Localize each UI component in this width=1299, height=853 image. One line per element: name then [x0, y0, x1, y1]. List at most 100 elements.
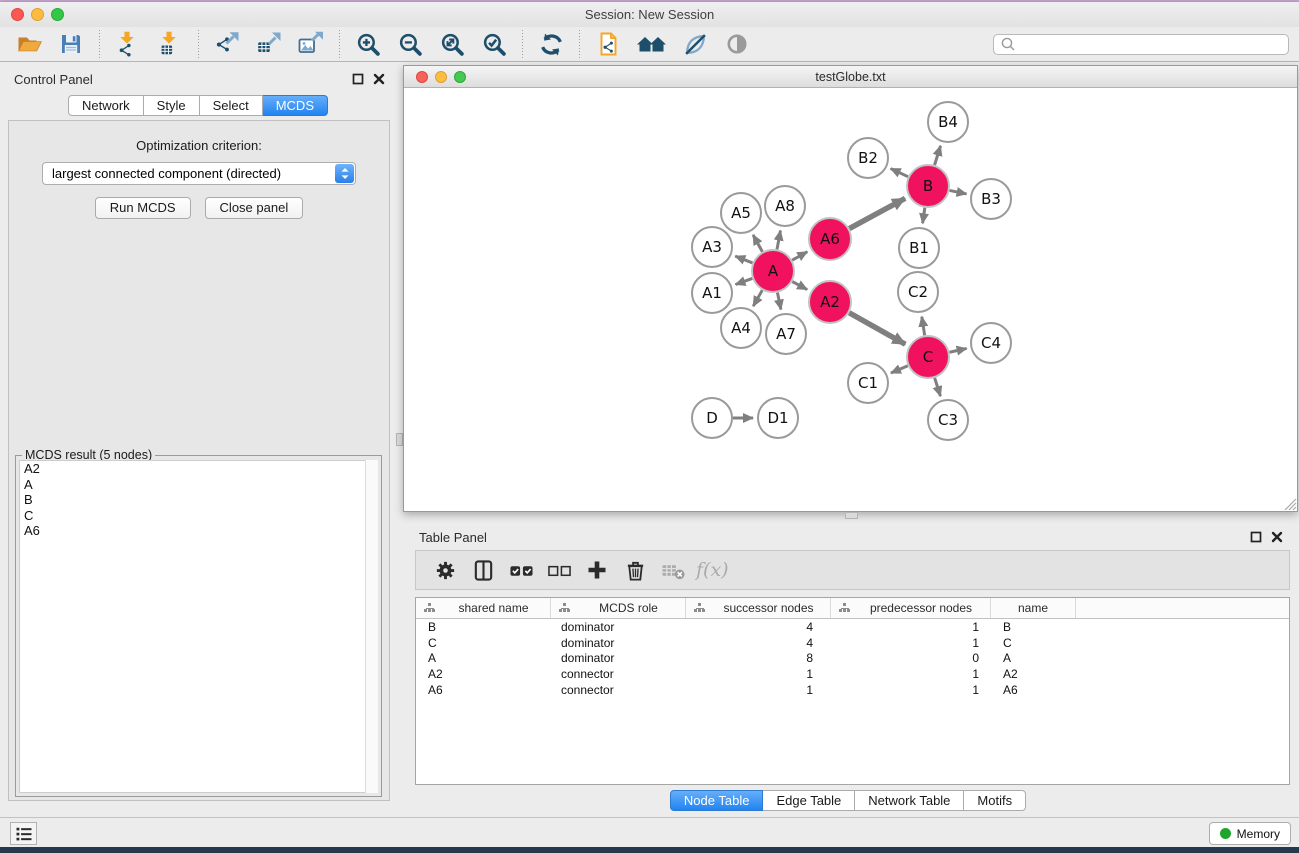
- result-list-scrollbar[interactable]: [365, 460, 378, 793]
- mcds-result-item[interactable]: C: [20, 508, 377, 524]
- table-tab-node-table[interactable]: Node Table: [670, 790, 764, 811]
- apply-function-button[interactable]: f(x): [696, 554, 729, 586]
- titlebar[interactable]: Session: New Session: [0, 2, 1299, 27]
- network-close-button[interactable]: [416, 71, 428, 83]
- delete-table-button[interactable]: [658, 554, 688, 586]
- delete-columns-button[interactable]: [620, 554, 650, 586]
- export-table-button[interactable]: [255, 29, 283, 59]
- edge-A-A6[interactable]: [792, 252, 807, 261]
- network-canvas[interactable]: B4B2BB3A5A8A6A3B1AA1C2A2A4A7C4CC1DD1C3: [404, 88, 1297, 511]
- save-session-button[interactable]: [57, 29, 85, 59]
- float-table-panel-icon[interactable]: [1250, 531, 1262, 543]
- cell-predecessor-nodes[interactable]: 1: [831, 683, 991, 697]
- cell-name[interactable]: A: [991, 651, 1076, 665]
- tab-style[interactable]: Style: [144, 95, 200, 116]
- unselect-all-columns-button[interactable]: [544, 554, 574, 586]
- import-network-button[interactable]: [114, 29, 142, 59]
- node-table[interactable]: shared nameMCDS rolesuccessor nodesprede…: [415, 597, 1290, 785]
- memory-button[interactable]: Memory: [1209, 822, 1291, 845]
- cell-MCDS-role[interactable]: dominator: [551, 651, 686, 665]
- node-C3[interactable]: C3: [928, 400, 968, 440]
- mcds-result-item[interactable]: A2: [20, 461, 377, 477]
- node-A1[interactable]: A1: [692, 273, 732, 313]
- zoom-window-button[interactable]: [51, 8, 64, 21]
- node-A[interactable]: A: [752, 250, 794, 292]
- open-session-button[interactable]: [15, 29, 43, 59]
- resize-grip-icon[interactable]: [1283, 497, 1297, 511]
- node-A4[interactable]: A4: [721, 308, 761, 348]
- network-minimize-button[interactable]: [435, 71, 447, 83]
- cell-successor-nodes[interactable]: 4: [686, 620, 831, 634]
- refresh-layout-button[interactable]: [537, 29, 565, 59]
- edge-B-B4[interactable]: [935, 146, 941, 165]
- node-A3[interactable]: A3: [692, 227, 732, 267]
- node-B4[interactable]: B4: [928, 102, 968, 142]
- cell-shared-name[interactable]: A2: [416, 667, 551, 681]
- zoom-fit-button[interactable]: [438, 29, 466, 59]
- cell-successor-nodes[interactable]: 1: [686, 683, 831, 697]
- node-D[interactable]: D: [692, 398, 732, 438]
- cell-predecessor-nodes[interactable]: 1: [831, 667, 991, 681]
- column-header-successor-nodes[interactable]: successor nodes: [686, 598, 831, 618]
- edge-B-B3[interactable]: [950, 190, 967, 194]
- edge-A2-C[interactable]: [849, 313, 905, 345]
- cell-predecessor-nodes[interactable]: 1: [831, 636, 991, 650]
- column-header-MCDS-role[interactable]: MCDS role: [551, 598, 686, 618]
- column-header-shared-name[interactable]: shared name: [416, 598, 551, 618]
- duplicate-network-button[interactable]: [594, 29, 622, 59]
- export-network-button[interactable]: [213, 29, 241, 59]
- cell-MCDS-role[interactable]: connector: [551, 683, 686, 697]
- show-columns-button[interactable]: [468, 554, 498, 586]
- network-zoom-button[interactable]: [454, 71, 466, 83]
- mcds-result-item[interactable]: B: [20, 492, 377, 508]
- node-B2[interactable]: B2: [848, 138, 888, 178]
- node-C2[interactable]: C2: [898, 272, 938, 312]
- cell-name[interactable]: C: [991, 636, 1076, 650]
- cell-shared-name[interactable]: A: [416, 651, 551, 665]
- cell-name[interactable]: A6: [991, 683, 1076, 697]
- node-C1[interactable]: C1: [848, 363, 888, 403]
- search-input[interactable]: [1017, 36, 1288, 53]
- cell-successor-nodes[interactable]: 4: [686, 636, 831, 650]
- tab-mcds[interactable]: MCDS: [263, 95, 328, 116]
- edge-A-A5[interactable]: [753, 235, 762, 252]
- node-A8[interactable]: A8: [765, 186, 805, 226]
- edge-C-C2[interactable]: [922, 317, 925, 336]
- edge-A-A7[interactable]: [777, 293, 781, 310]
- table-row[interactable]: A6connector11A6: [416, 682, 1289, 698]
- tab-select[interactable]: Select: [200, 95, 263, 116]
- edge-A-A1[interactable]: [736, 278, 753, 284]
- node-A7[interactable]: A7: [766, 314, 806, 354]
- table-tab-network-table[interactable]: Network Table: [855, 790, 964, 811]
- column-header-name[interactable]: name: [991, 598, 1076, 618]
- cell-name[interactable]: B: [991, 620, 1076, 634]
- node-A6[interactable]: A6: [809, 218, 851, 260]
- float-panel-icon[interactable]: [352, 73, 364, 85]
- cell-successor-nodes[interactable]: 1: [686, 667, 831, 681]
- zoom-selected-button[interactable]: [480, 29, 508, 59]
- add-column-button[interactable]: [582, 554, 612, 586]
- node-B1[interactable]: B1: [899, 228, 939, 268]
- table-row[interactable]: Adominator80A: [416, 651, 1289, 667]
- edge-C-C1[interactable]: [891, 366, 908, 373]
- node-C[interactable]: C: [907, 336, 949, 378]
- select-all-columns-button[interactable]: [506, 554, 536, 586]
- network-window-titlebar[interactable]: testGlobe.txt: [404, 66, 1297, 88]
- close-panel-icon[interactable]: [373, 73, 385, 85]
- edge-C-C3[interactable]: [935, 378, 941, 396]
- tab-network[interactable]: Network: [68, 95, 144, 116]
- table-row[interactable]: Cdominator41C: [416, 635, 1289, 651]
- edge-A-A2[interactable]: [792, 282, 807, 290]
- edge-B-B1[interactable]: [923, 208, 925, 223]
- search-box[interactable]: [993, 34, 1289, 55]
- eye-button[interactable]: [723, 29, 751, 59]
- edge-B-B2[interactable]: [891, 169, 908, 177]
- horizontal-splitter-handle[interactable]: [845, 512, 858, 519]
- node-B3[interactable]: B3: [971, 179, 1011, 219]
- cell-predecessor-nodes[interactable]: 0: [831, 651, 991, 665]
- column-header-predecessor-nodes[interactable]: predecessor nodes: [831, 598, 991, 618]
- cell-predecessor-nodes[interactable]: 1: [831, 620, 991, 634]
- edge-A6-B[interactable]: [849, 198, 905, 228]
- table-tab-motifs[interactable]: Motifs: [964, 790, 1026, 811]
- edge-A-A4[interactable]: [753, 290, 762, 306]
